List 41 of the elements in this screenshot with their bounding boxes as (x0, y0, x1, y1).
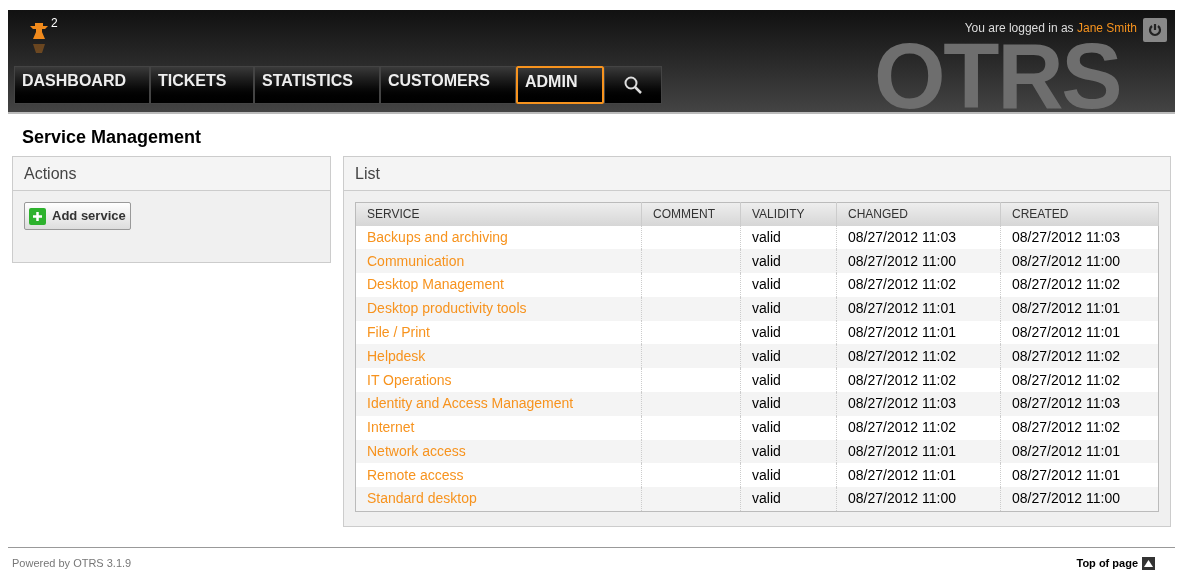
powered-by-text: Powered by OTRS 3.1.9 (12, 556, 132, 570)
search-button[interactable] (604, 66, 662, 104)
search-icon (623, 75, 643, 95)
nav-tab[interactable]: CUSTOMERS (380, 66, 516, 104)
table-cell: valid (740, 392, 837, 416)
top-of-page-link[interactable]: Top of page (1076, 556, 1155, 570)
nav-tab[interactable]: TICKETS (150, 66, 254, 104)
table-cell: 08/27/2012 11:03 (836, 392, 1001, 416)
nav-tab[interactable]: ADMIN (516, 66, 604, 104)
table-cell: 08/27/2012 11:00 (836, 487, 1001, 512)
table-cell: 08/27/2012 11:02 (836, 415, 1001, 440)
column-header[interactable]: SERVICE (355, 202, 642, 226)
table-cell: 08/27/2012 11:03 (1000, 392, 1159, 416)
login-info: You are logged in as Jane Smith (964, 20, 1137, 37)
user-link[interactable]: Jane Smith (1076, 21, 1137, 35)
table-cell: valid (740, 296, 837, 321)
table-cell: 08/27/2012 11:01 (836, 296, 1001, 321)
logo-watermark: OTRS (874, 40, 1121, 112)
column-header[interactable]: CREATED (1000, 202, 1159, 226)
column-header[interactable]: VALIDITY (740, 202, 837, 226)
page-title: Service Management (22, 126, 202, 148)
power-icon (1147, 22, 1163, 38)
up-arrow-icon (1142, 556, 1155, 570)
table-cell: 08/27/2012 11:00 (1000, 487, 1159, 512)
table-cell: 08/27/2012 11:01 (1000, 296, 1159, 321)
column-header[interactable]: COMMENT (641, 202, 741, 226)
column-header[interactable]: CHANGED (836, 202, 1001, 226)
table-cell: valid (740, 415, 837, 440)
table-cell: 08/27/2012 11:02 (1000, 273, 1159, 297)
panel-title: Actions (24, 163, 77, 184)
table-cell: valid (740, 273, 837, 297)
notification-count: 2 (51, 15, 58, 32)
panel-title: List (355, 163, 380, 184)
plus-icon (29, 207, 46, 225)
table-cell: valid (740, 487, 837, 512)
logout-button[interactable] (1143, 18, 1167, 42)
table-cell: 08/27/2012 11:02 (836, 273, 1001, 297)
nav-tab[interactable]: DASHBOARD (14, 66, 150, 104)
add-service-button[interactable]: Add service (24, 202, 131, 230)
nav-tab[interactable]: STATISTICS (254, 66, 380, 104)
table-cell: 08/27/2012 11:02 (1000, 415, 1159, 440)
